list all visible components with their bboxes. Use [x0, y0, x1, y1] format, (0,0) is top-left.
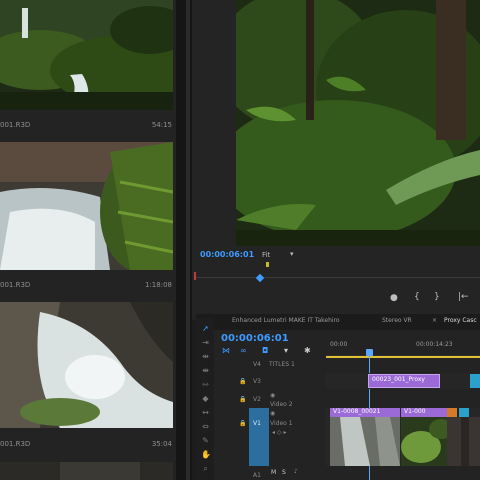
clip-duration-2: 1:18:08	[145, 281, 172, 289]
track-v2-id[interactable]: V2	[253, 396, 261, 403]
track-v3-id[interactable]: V3	[253, 378, 261, 385]
clip-name-2: 001.R3D	[0, 281, 31, 289]
playhead-marker[interactable]	[255, 273, 265, 283]
clip-v1-b-header[interactable]: V1-000	[401, 408, 447, 417]
program-timecode[interactable]: 00:00:06:01	[200, 250, 254, 259]
track-v1-name: Video 1	[270, 420, 293, 427]
zoom-dropdown-icon[interactable]: ▾	[290, 250, 294, 258]
clip-v1-a-thumbnail	[330, 417, 400, 466]
clip-thumbnail-2[interactable]	[0, 142, 173, 270]
close-tab-icon[interactable]: ×	[432, 317, 437, 324]
lock-icon[interactable]: 🔒	[239, 378, 246, 385]
sequence-tabs: Enhanced Lumetri MAKE IT Takehiro Stereo…	[196, 314, 480, 330]
slip-tool-icon[interactable]: ↔	[201, 408, 210, 417]
clip-blue[interactable]	[470, 374, 480, 388]
program-controls: ● { } |←	[194, 290, 480, 310]
track-v4-id[interactable]: V4	[253, 361, 261, 368]
hand-tool-icon[interactable]: ✋	[201, 450, 211, 459]
tab-proxy-casc[interactable]: Proxy Casc	[444, 317, 477, 324]
work-area-bar[interactable]	[326, 356, 480, 358]
tab-stereo-vr[interactable]: Stereo VR	[382, 317, 412, 324]
mark-out-icon[interactable]: }	[434, 292, 440, 302]
razor-icon[interactable]: ◆	[201, 394, 210, 403]
mic-icon[interactable]: ♪	[294, 468, 298, 475]
clip-proxy[interactable]: 00023_001_Proxy	[368, 374, 440, 388]
clip-v1-b-thumbnail	[401, 417, 447, 466]
pen-tool-icon[interactable]: ✎	[201, 436, 210, 445]
clip-duration-3: 35:04	[151, 440, 172, 448]
add-marker-icon[interactable]: ●	[390, 293, 398, 303]
solo-button[interactable]: S	[282, 469, 286, 476]
mark-in-icon[interactable]: {	[414, 292, 420, 302]
snap-icon[interactable]: ⋈	[222, 346, 230, 355]
tools-panel: ➚ ⇥ ⇹ ⇼ ⇿ ◆ ↔ ⇔ ✎ ✋ ⌕	[196, 318, 214, 480]
clip-v1-a-header[interactable]: V1-0008_00021	[330, 408, 400, 417]
clip-name-3: 001.R3D	[0, 440, 31, 448]
timeline-timecode[interactable]: 00:00:06:01	[221, 333, 289, 344]
track-select-icon[interactable]: ⇥	[201, 338, 210, 347]
lock-icon[interactable]: 🔒	[239, 420, 246, 427]
clip-thumbnail-3[interactable]	[0, 302, 173, 428]
clip-duration-1: 54:15	[151, 121, 172, 129]
eye-icon[interactable]: ◉	[270, 410, 275, 417]
program-video-frame	[236, 0, 480, 246]
track-v1-target[interactable]	[249, 408, 269, 466]
add-marker-timeline-icon[interactable]: ◘	[262, 346, 268, 355]
timeline-toolbar: ⋈ ∞ ◘ ▾ ✱	[218, 346, 318, 358]
track-v1-id[interactable]: V1	[253, 420, 261, 427]
fx-badge	[459, 408, 469, 417]
tab-enhanced-lumetri[interactable]: Enhanced Lumetri MAKE IT Takehiro	[232, 317, 340, 324]
in-point-marker	[194, 272, 196, 280]
track-v2-name: Video 2	[270, 401, 293, 408]
go-to-in-icon[interactable]: |←	[458, 292, 469, 302]
track-a1-id[interactable]: A1	[253, 472, 261, 479]
clip-v1-c-thumbnail	[447, 417, 480, 466]
scrollbar[interactable]	[186, 0, 190, 480]
playhead-handle[interactable]	[366, 349, 373, 356]
mute-button[interactable]: M	[271, 469, 276, 476]
timeline-marker	[266, 262, 269, 267]
clip-name-1: 001.R3D	[0, 121, 31, 129]
program-scrubber[interactable]	[194, 262, 480, 284]
fx-badge	[447, 408, 457, 417]
zoom-select[interactable]: Fit	[262, 251, 270, 259]
clip-thumbnail-4[interactable]	[0, 462, 173, 480]
ruler-label-start: 00:00	[330, 341, 348, 348]
rate-stretch-icon[interactable]: ⇿	[201, 380, 210, 389]
selection-tool-icon[interactable]: ➚	[201, 324, 210, 333]
clip-thumbnail-1[interactable]	[0, 0, 173, 110]
project-bin: 001.R3D 54:15 001.R3D 1:18:08 001.R3D 35…	[0, 0, 176, 480]
wrench-icon[interactable]: ✱	[304, 346, 311, 355]
marker-icon[interactable]: ▾	[284, 346, 288, 355]
keyframe-nav-icon[interactable]: ◂ ◇ ▸	[272, 429, 286, 436]
eye-icon[interactable]: ◉	[270, 392, 275, 399]
zoom-tool-icon[interactable]: ⌕	[201, 464, 210, 473]
track-v4-name: TITLES 1	[269, 361, 295, 368]
lock-icon[interactable]: 🔒	[239, 396, 246, 403]
slide-tool-icon[interactable]: ⇔	[201, 422, 210, 431]
linked-selection-icon[interactable]: ∞	[240, 346, 247, 355]
rolling-edit-icon[interactable]: ⇼	[201, 366, 210, 375]
ripple-edit-icon[interactable]: ⇹	[201, 352, 210, 361]
ruler-label-mid: 00:00:14:23	[416, 341, 453, 348]
